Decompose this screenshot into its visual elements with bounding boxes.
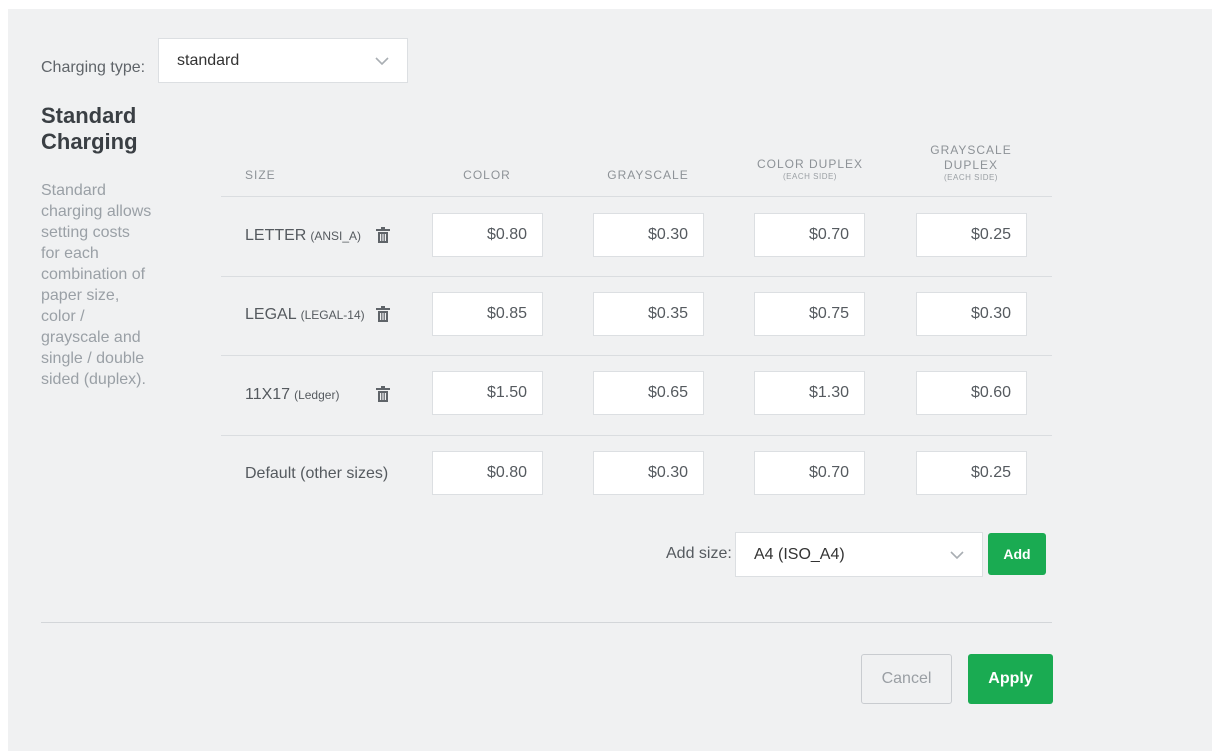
header-size: SIZE — [245, 168, 276, 182]
trash-icon[interactable] — [376, 386, 390, 402]
price-ledger-color-duplex[interactable] — [754, 371, 865, 415]
price-letter-color-duplex[interactable] — [754, 213, 865, 257]
row-divider — [221, 196, 1052, 197]
price-default-grayscale-duplex[interactable] — [916, 451, 1027, 495]
price-ledger-color[interactable] — [432, 371, 543, 415]
price-default-color[interactable] — [432, 451, 543, 495]
header-grayscale: GRAYSCALE — [607, 168, 689, 182]
header-color-duplex: COLOR DUPLEX — [756, 157, 864, 171]
apply-button[interactable]: Apply — [968, 654, 1053, 704]
size-name-legal: LEGAL (LEGAL-14) — [245, 306, 365, 323]
trash-icon[interactable] — [376, 306, 390, 322]
footer-divider — [41, 622, 1052, 623]
header-grayscale-duplex-line1: GRAYSCALE — [930, 143, 1012, 157]
charging-settings-panel: Charging type: standard Standard Chargin… — [8, 9, 1212, 751]
price-ledger-grayscale-duplex[interactable] — [916, 371, 1027, 415]
trash-icon[interactable] — [376, 227, 390, 243]
price-default-grayscale[interactable] — [593, 451, 704, 495]
size-name-ledger: 11X17 (Ledger) — [245, 386, 340, 403]
charging-type-value: standard — [177, 51, 240, 69]
row-divider — [221, 435, 1052, 436]
header-grayscale-duplex-line2: DUPLEX — [943, 158, 999, 172]
chevron-down-icon — [950, 550, 964, 559]
size-name-default: Default (other sizes) — [245, 465, 389, 482]
price-legal-grayscale-duplex[interactable] — [916, 292, 1027, 336]
price-letter-grayscale-duplex[interactable] — [916, 213, 1027, 257]
chevron-down-icon — [375, 56, 389, 65]
price-letter-grayscale[interactable] — [593, 213, 704, 257]
add-size-button[interactable]: Add — [988, 533, 1046, 575]
cancel-button[interactable]: Cancel — [861, 654, 952, 704]
add-size-value: A4 (ISO_A4) — [754, 545, 845, 563]
header-color: COLOR — [463, 168, 511, 182]
price-legal-grayscale[interactable] — [593, 292, 704, 336]
size-name-letter: LETTER (ANSI_A) — [245, 227, 362, 244]
header-color-duplex-note: (EACH SIDE) — [783, 172, 837, 181]
price-legal-color[interactable] — [432, 292, 543, 336]
price-letter-color[interactable] — [432, 213, 543, 257]
add-size-select[interactable]: A4 (ISO_A4) — [735, 532, 983, 577]
row-divider — [221, 276, 1052, 277]
section-description: Standard charging allows setting costs f… — [41, 182, 152, 388]
section-title: Standard Charging — [41, 103, 138, 154]
add-size-label: Add size: — [666, 545, 732, 562]
header-grayscale-duplex-note: (EACH SIDE) — [944, 173, 998, 182]
price-default-color-duplex[interactable] — [754, 451, 865, 495]
price-ledger-grayscale[interactable] — [593, 371, 704, 415]
row-divider — [221, 355, 1052, 356]
charging-type-label: Charging type: — [41, 59, 146, 76]
price-legal-color-duplex[interactable] — [754, 292, 865, 336]
charging-type-select[interactable]: standard — [158, 38, 408, 83]
